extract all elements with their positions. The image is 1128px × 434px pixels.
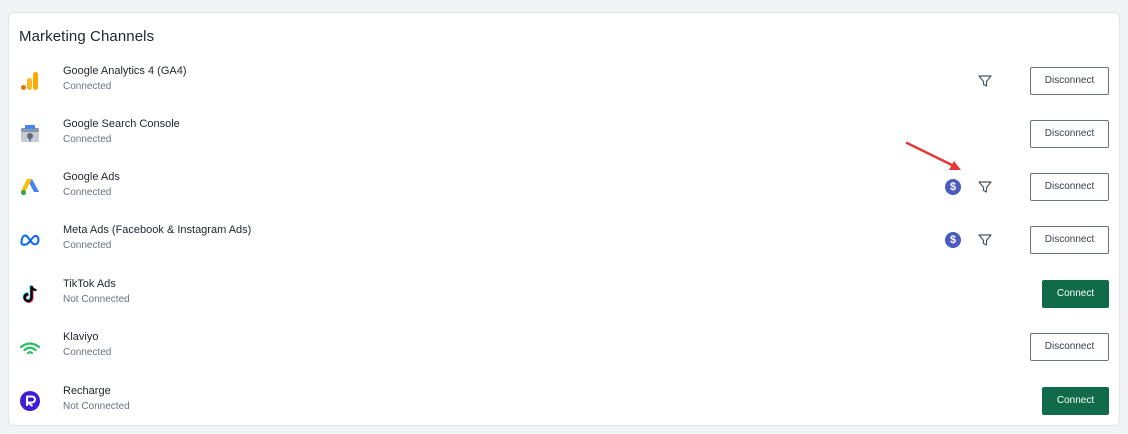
channel-row-klaviyo: Klaviyo Connected Disconnect (9, 327, 1119, 367)
channel-row-tiktok-ads: TikTok Ads Not Connected Connect (9, 274, 1119, 314)
channel-name: Google Ads (63, 171, 120, 183)
channel-name: Recharge (63, 385, 111, 397)
channel-name: Klaviyo (63, 331, 99, 343)
disconnect-button[interactable]: Disconnect (1030, 120, 1109, 148)
filter-icon[interactable] (977, 179, 993, 195)
disconnect-button[interactable]: Disconnect (1030, 226, 1109, 254)
channel-row-recharge: Recharge Not Connected Connect (9, 381, 1119, 421)
channel-status: Not Connected (63, 401, 130, 412)
klaviyo-icon (19, 342, 41, 355)
marketing-channels-card: Marketing Channels Google Analytics 4 (G… (8, 12, 1120, 426)
channel-status: Connected (63, 347, 112, 358)
dollar-icon[interactable]: $ (945, 232, 961, 248)
disconnect-button[interactable]: Disconnect (1030, 173, 1109, 201)
google-search-console-icon (21, 125, 39, 142)
channel-row-google-analytics: Google Analytics 4 (GA4) Connected Disco… (9, 61, 1119, 101)
channel-status: Connected (63, 187, 112, 198)
filter-icon[interactable] (977, 232, 993, 248)
disconnect-button[interactable]: Disconnect (1030, 67, 1109, 95)
channel-name: TikTok Ads (63, 278, 116, 290)
google-ads-icon (20, 179, 39, 196)
channel-row-google-ads: Google Ads Connected $ Disconnect (9, 167, 1119, 207)
google-analytics-icon (21, 72, 38, 90)
channel-row-google-search-console: Google Search Console Connected Disconne… (9, 114, 1119, 154)
tiktok-icon (22, 285, 37, 303)
meta-icon (20, 234, 40, 246)
dollar-icon[interactable]: $ (945, 179, 961, 195)
recharge-icon (20, 391, 40, 411)
channel-status: Connected (63, 81, 112, 92)
channel-row-meta-ads: Meta Ads (Facebook & Instagram Ads) Conn… (9, 220, 1119, 260)
channel-name: Google Analytics 4 (GA4) (63, 65, 187, 77)
channel-status: Connected (63, 134, 112, 145)
channel-status: Not Connected (63, 294, 130, 305)
filter-icon[interactable] (977, 73, 993, 89)
connect-button[interactable]: Connect (1042, 280, 1109, 308)
disconnect-button[interactable]: Disconnect (1030, 333, 1109, 361)
card-title: Marketing Channels (19, 28, 155, 45)
channel-name: Google Search Console (63, 118, 180, 130)
channel-name: Meta Ads (Facebook & Instagram Ads) (63, 224, 252, 236)
channel-status: Connected (63, 240, 112, 251)
connect-button[interactable]: Connect (1042, 387, 1109, 415)
